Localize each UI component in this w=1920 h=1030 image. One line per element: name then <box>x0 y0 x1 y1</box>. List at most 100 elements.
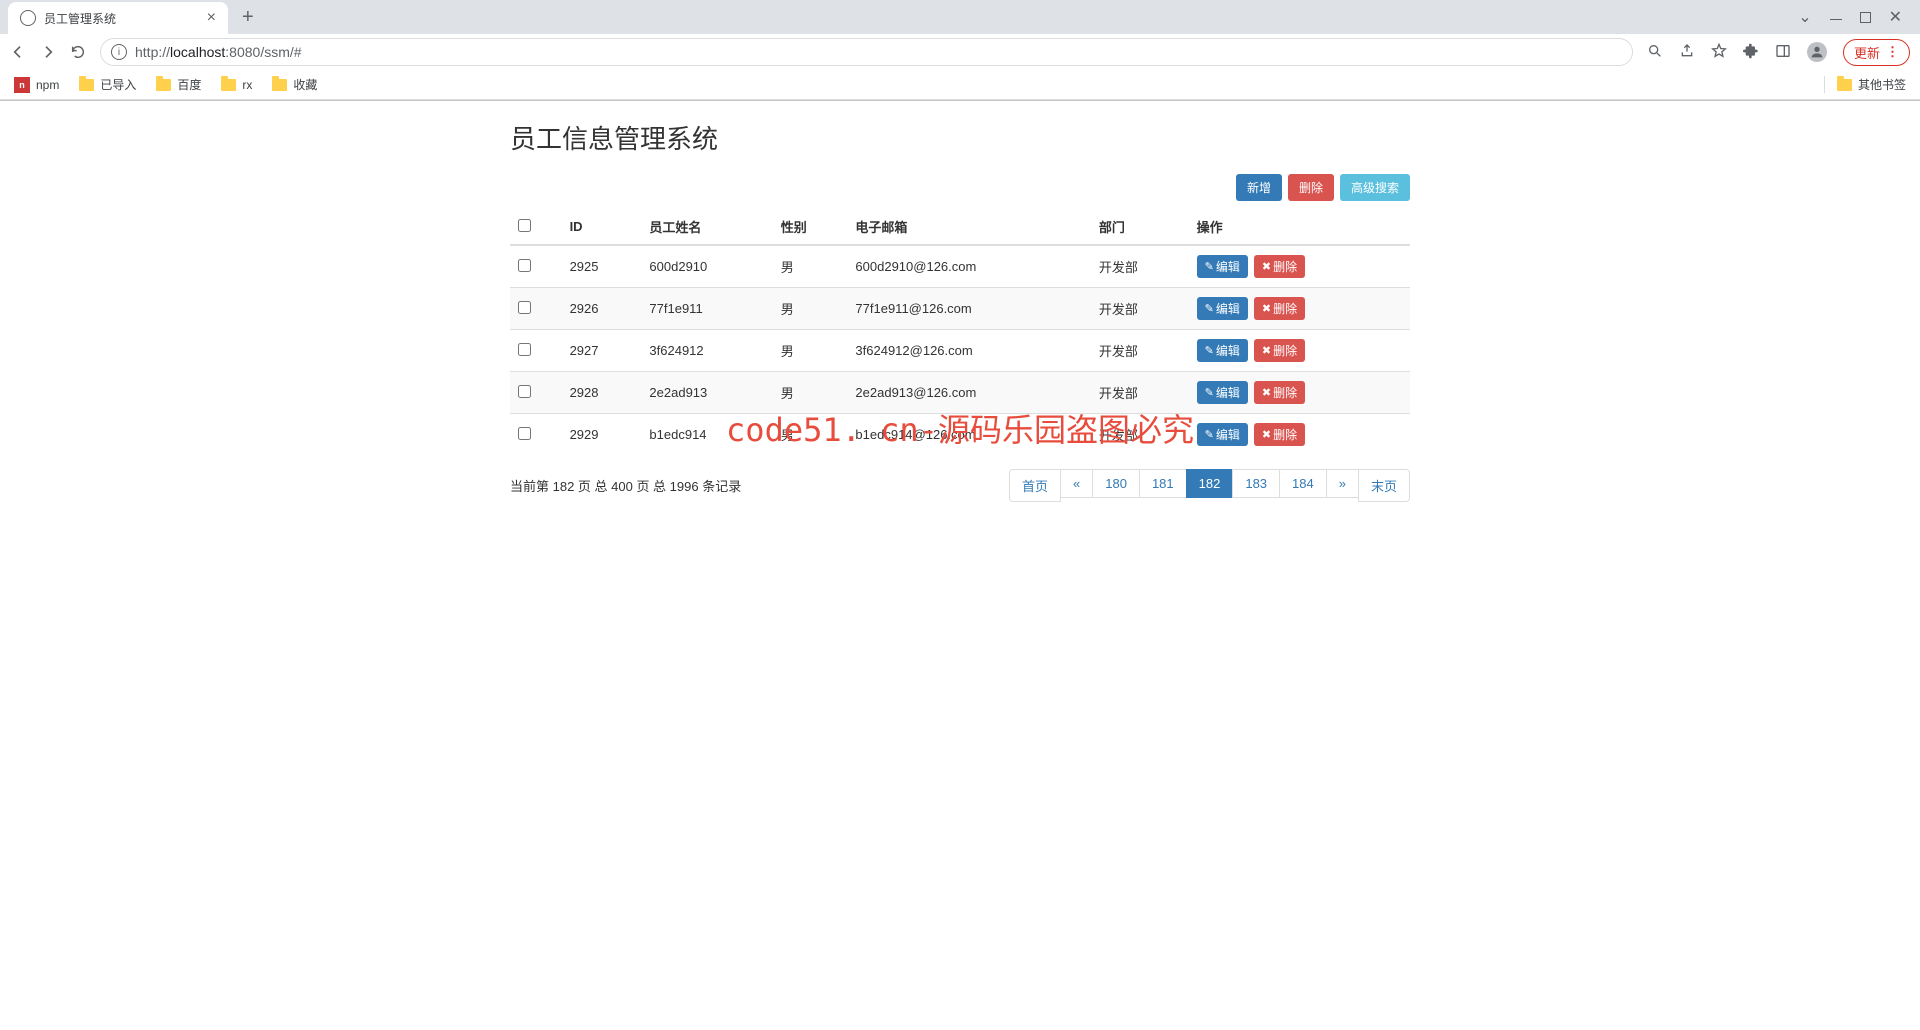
cell-gender: 男 <box>773 330 848 372</box>
address-bar[interactable]: i http://localhost:8080/ssm/# <box>100 38 1633 66</box>
share-icon[interactable] <box>1679 43 1695 62</box>
new-tab-button[interactable]: + <box>242 6 254 29</box>
cell-email: 77f1e911@126.com <box>847 288 1090 330</box>
cell-email: 600d2910@126.com <box>847 245 1090 288</box>
pagination: 首页 « 180 181 182 183 184 » 末页 <box>1010 469 1410 502</box>
row-checkbox[interactable] <box>518 427 531 440</box>
minimize-icon[interactable] <box>1830 19 1842 20</box>
page-182[interactable]: 182 <box>1186 469 1234 498</box>
table-footer: 当前第 182 页 总 400 页 总 1996 条记录 首页 « 180 18… <box>510 469 1410 502</box>
edit-button[interactable]: ✎编辑 <box>1197 255 1248 278</box>
row-checkbox[interactable] <box>518 385 531 398</box>
page-last[interactable]: 末页 <box>1358 469 1410 502</box>
cell-email: 2e2ad913@126.com <box>847 372 1090 414</box>
site-info-icon[interactable]: i <box>111 44 127 60</box>
page-181[interactable]: 181 <box>1139 469 1187 498</box>
cell-name: 3f624912 <box>641 330 772 372</box>
employee-table: ID 员工姓名 性别 电子邮箱 部门 操作 2925600d2910男600d2… <box>510 209 1410 455</box>
page-180[interactable]: 180 <box>1092 469 1140 498</box>
back-button[interactable] <box>10 44 26 60</box>
folder-icon <box>1837 79 1852 91</box>
row-delete-button[interactable]: ✖删除 <box>1254 423 1305 446</box>
tab-bar: 员工管理系统 × + ⌄ ✕ <box>0 0 1920 34</box>
cell-dept: 开发部 <box>1091 372 1189 414</box>
page-prev[interactable]: « <box>1060 469 1093 498</box>
cell-id: 2926 <box>562 288 642 330</box>
edit-button[interactable]: ✎编辑 <box>1197 339 1248 362</box>
cell-gender: 男 <box>773 245 848 288</box>
cell-id: 2925 <box>562 245 642 288</box>
select-all-checkbox[interactable] <box>518 219 531 232</box>
table-header-row: ID 员工姓名 性别 电子邮箱 部门 操作 <box>510 209 1410 245</box>
edit-button[interactable]: ✎编辑 <box>1197 423 1248 446</box>
remove-icon: ✖ <box>1262 428 1271 441</box>
remove-icon: ✖ <box>1262 386 1271 399</box>
row-checkbox[interactable] <box>518 301 531 314</box>
search-icon[interactable] <box>1647 43 1663 62</box>
page-184[interactable]: 184 <box>1279 469 1327 498</box>
table-row: 29282e2ad913男2e2ad913@126.com开发部✎编辑✖删除 <box>510 372 1410 414</box>
bookmark-other[interactable]: 其他书签 <box>1824 76 1906 93</box>
delete-button[interactable]: 删除 <box>1288 174 1334 201</box>
page-next[interactable]: » <box>1326 469 1359 498</box>
chevron-down-icon[interactable]: ⌄ <box>1798 7 1811 27</box>
header-dept: 部门 <box>1091 209 1189 245</box>
remove-icon: ✖ <box>1262 260 1271 273</box>
star-icon[interactable] <box>1711 43 1727 62</box>
add-button[interactable]: 新增 <box>1236 174 1282 201</box>
profile-avatar[interactable] <box>1807 42 1827 62</box>
extensions-icon[interactable] <box>1743 43 1759 62</box>
npm-icon: n <box>14 77 30 93</box>
cell-gender: 男 <box>773 372 848 414</box>
cell-name: 600d2910 <box>641 245 772 288</box>
row-delete-button[interactable]: ✖删除 <box>1254 381 1305 404</box>
advanced-search-button[interactable]: 高级搜索 <box>1340 174 1410 201</box>
bookmark-favorites[interactable]: 收藏 <box>272 76 317 93</box>
toolbar-right: 更新⋮ <box>1647 39 1910 66</box>
page-first[interactable]: 首页 <box>1009 469 1061 502</box>
side-panel-icon[interactable] <box>1775 43 1791 62</box>
cell-gender: 男 <box>773 288 848 330</box>
bookmark-imported[interactable]: 已导入 <box>79 76 136 93</box>
bookmark-npm[interactable]: nnpm <box>14 77 59 93</box>
cell-id: 2927 <box>562 330 642 372</box>
record-info: 当前第 182 页 总 400 页 总 1996 条记录 <box>510 476 741 495</box>
cell-gender: 男 <box>773 414 848 456</box>
browser-chrome: 员工管理系统 × + ⌄ ✕ i http://localhost:8080/s… <box>0 0 1920 101</box>
row-delete-button[interactable]: ✖删除 <box>1254 297 1305 320</box>
table-row: 2929b1edc914男b1edc914@126.com开发部✎编辑✖删除 <box>510 414 1410 456</box>
table-row: 2925600d2910男600d2910@126.com开发部 ✎编辑 ✖删除 <box>510 245 1410 288</box>
update-button[interactable]: 更新⋮ <box>1843 39 1910 66</box>
pencil-icon: ✎ <box>1205 428 1214 441</box>
tab-title: 员工管理系统 <box>44 10 199 27</box>
maximize-icon[interactable] <box>1860 12 1871 23</box>
edit-button[interactable]: ✎编辑 <box>1197 297 1248 320</box>
bookmark-rx[interactable]: rx <box>221 78 252 92</box>
header-name: 员工姓名 <box>641 209 772 245</box>
cell-dept: 开发部 <box>1091 245 1189 288</box>
page-title: 员工信息管理系统 <box>510 119 1410 156</box>
close-tab-icon[interactable]: × <box>207 9 216 27</box>
cell-name: b1edc914 <box>641 414 772 456</box>
forward-button[interactable] <box>40 44 56 60</box>
row-checkbox[interactable] <box>518 259 531 272</box>
pencil-icon: ✎ <box>1205 386 1214 399</box>
globe-icon <box>20 10 36 26</box>
reload-button[interactable] <box>70 44 86 60</box>
cell-email: 3f624912@126.com <box>847 330 1090 372</box>
cell-name: 2e2ad913 <box>641 372 772 414</box>
folder-icon <box>272 79 287 91</box>
page-183[interactable]: 183 <box>1232 469 1280 498</box>
remove-icon: ✖ <box>1262 344 1271 357</box>
row-checkbox[interactable] <box>518 343 531 356</box>
browser-tab[interactable]: 员工管理系统 × <box>8 2 228 34</box>
header-email: 电子邮箱 <box>847 209 1090 245</box>
bookmark-baidu[interactable]: 百度 <box>156 76 201 93</box>
remove-icon: ✖ <box>1262 302 1271 315</box>
row-delete-button[interactable]: ✖删除 <box>1254 255 1305 278</box>
window-close-icon[interactable]: ✕ <box>1889 7 1902 27</box>
browser-toolbar: i http://localhost:8080/ssm/# 更新⋮ <box>0 34 1920 70</box>
folder-icon <box>221 79 236 91</box>
edit-button[interactable]: ✎编辑 <box>1197 381 1248 404</box>
row-delete-button[interactable]: ✖删除 <box>1254 339 1305 362</box>
